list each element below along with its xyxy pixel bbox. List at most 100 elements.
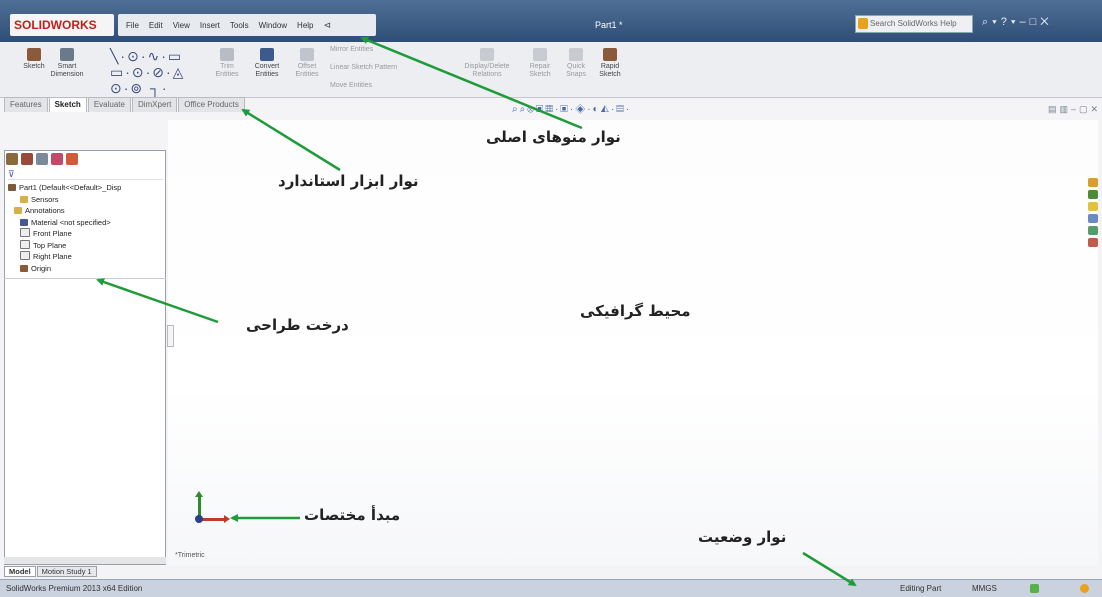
origin-icon [195,515,203,523]
feature-manager-tabs [6,153,78,165]
offset-label: Offset Entities [295,63,319,78]
linear-pattern-label: Linear Sketch Pattern [330,64,398,71]
rapid-sketch-label: Rapid Sketch [599,63,621,78]
menu-window[interactable]: Window [259,21,287,30]
tab-evaluate[interactable]: Evaluate [87,97,131,112]
main-menu-bar: File Edit View Insert Tools Window Help … [118,14,376,36]
dimxpert-icon[interactable] [51,153,63,165]
trim-label: Trim Entities [215,63,239,78]
repair-sketch-button[interactable]: Repair Sketch [526,48,554,79]
annotations-icon [14,207,22,214]
resources-icon[interactable] [1088,190,1098,199]
window-controls[interactable]: ⌕▾?▾–□✕ [982,16,1053,29]
tree-item-right-plane[interactable]: Right Plane [8,251,166,263]
status-edition: SolidWorks Premium 2013 x64 Edition [6,584,143,593]
menu-view[interactable]: View [173,21,190,30]
smart-dimension-icon [60,48,74,61]
document-title: Part1 * [595,20,623,30]
trim-entities-button[interactable]: Trim Entities [214,48,240,79]
tree-item-annotations[interactable]: Annotations [8,205,166,217]
quick-snaps-label: Quick Snaps [566,63,586,78]
status-bar: SolidWorks Premium 2013 x64 Edition Edit… [0,579,1102,597]
panel-splitter[interactable] [167,325,174,347]
label-standard-toolbar: نوار ابزار استاندارد [278,172,419,190]
rapid-sketch-icon [603,48,617,61]
filter-icon[interactable]: ⊽ [8,169,163,180]
label-status-bar: نوار وضعیت [698,528,787,546]
status-editing: Editing Part [900,584,942,593]
solidworks-window: SOLIDWORKS File Edit View Insert Tools W… [0,0,1102,597]
relations-icon [480,48,494,61]
tab-dimxpert[interactable]: DimXpert [131,97,178,112]
view-palette-icon[interactable] [1088,226,1098,235]
tree-item-sensors[interactable]: Sensors [8,194,166,206]
label-design-tree: درخت طراحی [246,316,349,334]
feature-tree-icon[interactable] [6,153,18,165]
library-icon[interactable] [1088,202,1098,211]
origin-tree-icon [20,264,28,272]
sketch-icon [27,48,41,61]
smart-dimension-button[interactable]: Smart Dimension [50,48,84,79]
pin-icon[interactable]: ⊲ [324,20,332,31]
rapid-sketch-button[interactable]: Rapid Sketch [596,48,624,79]
model-tabs: Model Motion Study 1 [4,566,98,577]
offset-icon [300,48,314,61]
tab-model[interactable]: Model [4,566,36,577]
move-entities-button[interactable]: Move Entities [330,82,400,90]
help-icon [858,18,868,29]
tab-motion-study[interactable]: Motion Study 1 [36,566,97,577]
menu-edit[interactable]: Edit [149,21,163,30]
tree-item-origin[interactable]: Origin [8,263,166,275]
menu-file[interactable]: File [126,21,139,30]
menu-tools[interactable]: Tools [230,21,249,30]
appearances-icon[interactable] [1088,238,1098,247]
move-label: Move Entities [330,82,373,89]
quick-snaps-icon [569,48,583,61]
task-pane-tabs[interactable] [1088,178,1100,262]
help-bulb-icon[interactable] [1080,584,1089,593]
home-icon[interactable] [1088,178,1098,187]
property-manager-icon[interactable] [21,153,33,165]
help-search-input[interactable]: Search SolidWorks Help [855,15,973,33]
menu-help[interactable]: Help [297,21,313,30]
plane-icon [20,228,30,237]
repair-icon [533,48,547,61]
tab-office-products[interactable]: Office Products [178,97,245,112]
tab-features[interactable]: Features [4,97,48,112]
viewport-buttons[interactable]: ▤▥–▢✕ [1048,104,1101,115]
configuration-icon[interactable] [36,153,48,165]
solidworks-logo[interactable]: SOLIDWORKS [10,14,114,36]
tree-divider [4,278,166,279]
sketch-label: Sketch [23,63,45,70]
label-graphics-area: محیط گرافیکی [580,302,691,320]
command-manager-tabs: Features Sketch Evaluate DimXpert Office… [4,97,246,112]
title-bar: SOLIDWORKS File Edit View Insert Tools W… [0,0,1102,42]
sketch-button[interactable]: Sketch [20,48,48,71]
heads-up-view-toolbar[interactable]: ⌕⌕⊗▣▦·▣·◈·◐◭·▤· [512,104,631,115]
sketch-entity-tools[interactable]: ╲·⊙·∿·▭ ▭·⊙·⊘·◬ ⊙·⊚ ┐· [110,48,185,96]
display-manager-icon[interactable] [66,153,78,165]
explorer-icon[interactable] [1088,214,1098,223]
units-selector[interactable]: MMGS [972,584,997,593]
feature-tree: Part1 (Default<<Default>_Disp Sensors An… [8,182,166,274]
convert-icon [260,48,274,61]
tree-item-part[interactable]: Part1 (Default<<Default>_Disp [8,182,166,194]
tree-item-top-plane[interactable]: Top Plane [8,239,166,252]
horizontal-scrollbar[interactable] [4,557,166,564]
quick-snaps-button[interactable]: Quick Snaps [562,48,590,79]
label-coordinate-origin: مبدأ مختصات [304,506,401,524]
linear-pattern-button[interactable]: Linear Sketch Pattern [330,64,418,72]
menu-insert[interactable]: Insert [200,21,220,30]
smart-dimension-label: Smart Dimension [50,63,84,78]
rebuild-icon[interactable] [1030,584,1039,593]
display-delete-relations-button[interactable]: Display/Delete Relations [460,48,514,79]
display-delete-label: Display/Delete Relations [464,63,510,78]
convert-entities-button[interactable]: Convert Entities [250,48,284,79]
mirror-label: Mirror Entities [330,46,374,53]
tree-item-front-plane[interactable]: Front Plane [8,228,166,240]
mirror-entities-button[interactable]: Mirror Entities [330,46,394,54]
tree-item-material[interactable]: Material <not specified> [8,217,166,229]
offset-entities-button[interactable]: Offset Entities [292,48,322,79]
help-search-placeholder: Search SolidWorks Help [870,19,957,28]
tab-sketch[interactable]: Sketch [48,97,87,112]
